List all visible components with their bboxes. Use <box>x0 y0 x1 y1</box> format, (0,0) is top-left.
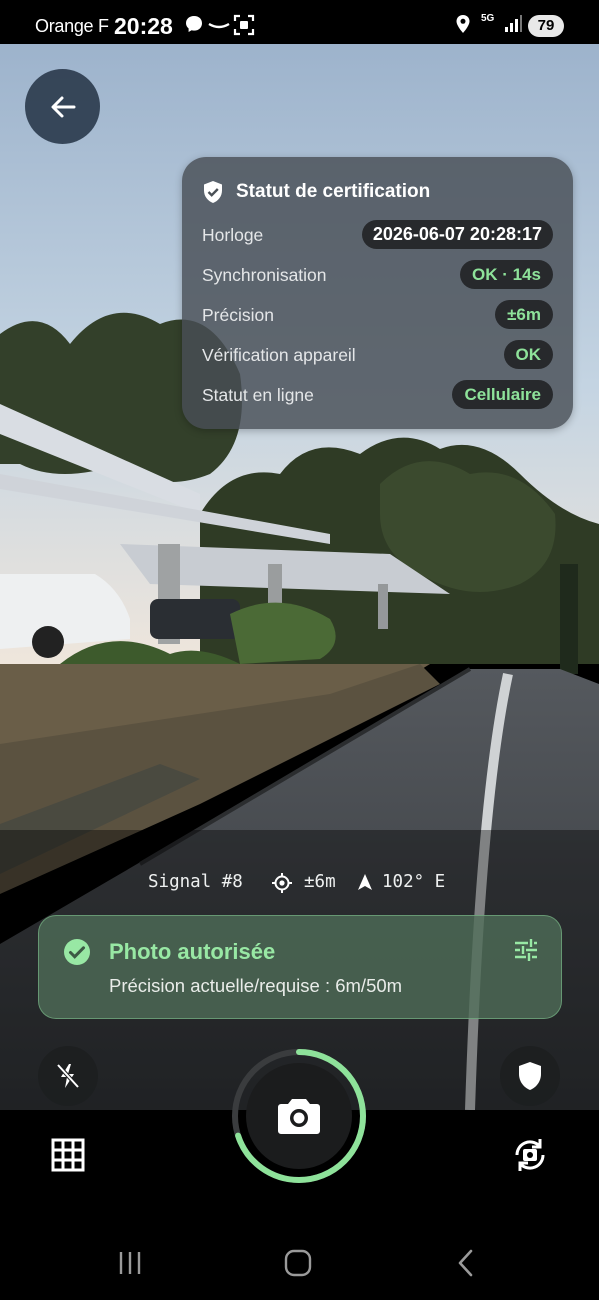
back-button[interactable] <box>25 69 100 144</box>
arrow-left-icon <box>51 96 75 117</box>
device-check-value: OK <box>503 340 553 369</box>
voicemail-icon <box>207 14 230 34</box>
shield-check-icon <box>202 180 224 209</box>
switch-camera-button[interactable] <box>509 1134 551 1181</box>
clock-value: 2026-06-07 20:28:17 <box>361 220 553 249</box>
cert-label: Précision <box>202 305 274 325</box>
security-shield-button[interactable] <box>500 1046 560 1106</box>
cert-label: Statut en ligne <box>202 385 314 405</box>
battery-level: 79 <box>528 15 564 37</box>
cert-label: Horloge <box>202 225 264 245</box>
cert-row-online: Statut en ligne Cellulaire <box>202 380 553 410</box>
flash-toggle-button[interactable] <box>38 1046 98 1106</box>
signal-icon <box>503 14 523 34</box>
screenshot-icon <box>233 14 255 36</box>
precision-value: ±6m <box>495 300 553 329</box>
status-bar: Orange F 20:28 5G 79 <box>0 0 599 44</box>
cert-row-clock: Horloge 2026-06-07 20:28:17 <box>202 220 553 250</box>
compass-arrow-icon <box>358 874 372 895</box>
back-nav-icon[interactable] <box>456 1249 474 1277</box>
certification-title: Statut de certification <box>236 181 431 202</box>
location-icon <box>455 14 475 34</box>
grid-icon <box>51 1138 85 1172</box>
camera-switch-icon <box>515 1139 545 1171</box>
cert-row-sync: Synchronisation OK · 14s <box>202 260 553 290</box>
cert-row-device: Vérification appareil OK <box>202 340 553 370</box>
grid-toggle-button[interactable] <box>51 1138 85 1177</box>
signal-accuracy: ±6m <box>304 872 336 892</box>
signal-id: Signal #8 <box>148 872 243 892</box>
cert-label: Synchronisation <box>202 265 327 285</box>
camera-viewfinder[interactable]: Statut de certification Horloge 2026-06-… <box>0 44 599 1110</box>
cert-label: Vérification appareil <box>202 345 356 365</box>
sync-value: OK · 14s <box>460 260 553 289</box>
photo-authorized-card: Photo autorisée Précision actuelle/requi… <box>38 915 562 1019</box>
tune-settings-icon[interactable] <box>513 938 539 967</box>
gps-target-icon <box>272 873 292 898</box>
authorization-title: Photo autorisée <box>109 939 276 964</box>
check-circle-icon <box>63 938 91 971</box>
shutter-button[interactable] <box>229 1046 369 1186</box>
cert-row-precision: Précision ±6m <box>202 300 553 330</box>
authorization-subtitle: Précision actuelle/requise : 6m/50m <box>109 975 403 996</box>
network-type: 5G <box>481 13 495 24</box>
online-status-value: Cellulaire <box>452 380 553 409</box>
camera-icon <box>278 1099 320 1134</box>
messenger-icon <box>184 14 204 34</box>
clock-time: 20:28 <box>114 13 173 39</box>
recent-apps-icon[interactable] <box>118 1250 142 1276</box>
shield-icon <box>519 1062 541 1090</box>
home-icon[interactable] <box>284 1249 312 1277</box>
flash-off-icon <box>56 1063 80 1089</box>
signal-info: Signal #8 ±6m 102° E <box>0 872 599 894</box>
carrier-name: Orange F <box>35 16 109 36</box>
certification-panel: Statut de certification Horloge 2026-06-… <box>182 157 573 429</box>
system-navigation-bar <box>0 1220 599 1300</box>
shutter-core <box>246 1063 352 1169</box>
signal-heading: 102° E <box>382 872 446 892</box>
